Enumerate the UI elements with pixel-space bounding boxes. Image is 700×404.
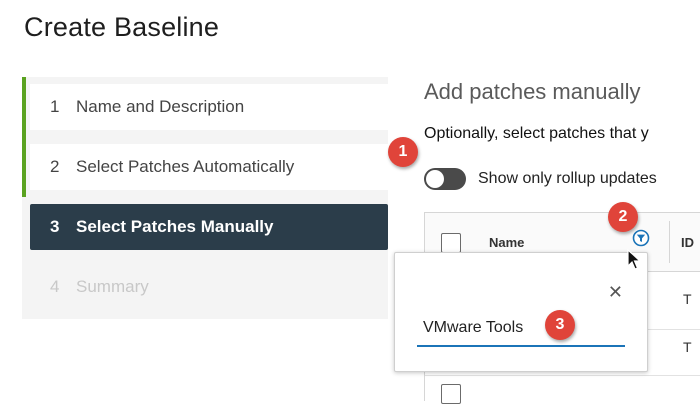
filter-input[interactable]	[417, 317, 631, 337]
rollup-toggle-row: Show only rollup updates	[424, 168, 657, 190]
wizard-step-summary: 4 Summary	[30, 264, 388, 310]
step-label: Name and Description	[76, 97, 245, 116]
column-header-name[interactable]: Name	[489, 235, 524, 250]
callout-badge-3: 3	[545, 310, 575, 340]
wizard-step-select-patches-automatically[interactable]: 2 Select Patches Automatically	[30, 144, 388, 190]
wizard-step-name-and-description[interactable]: 1 Name and Description	[30, 84, 388, 130]
toggle-knob	[426, 170, 444, 188]
mouse-cursor-icon	[627, 249, 642, 270]
callout-badge-2: 2	[608, 202, 638, 232]
wizard-step-select-patches-manually[interactable]: 3 Select Patches Manually	[30, 204, 388, 250]
row-checkbox[interactable]	[441, 384, 461, 404]
grid-cell-id: T	[683, 291, 692, 307]
step-number: 4	[50, 277, 60, 296]
nav-progress-bar	[22, 77, 26, 197]
step-number: 2	[50, 157, 60, 176]
close-icon[interactable]: ✕	[608, 283, 623, 301]
dialog-title: Create Baseline	[24, 12, 220, 42]
rollup-toggle-label: Show only rollup updates	[478, 170, 657, 187]
step-label: Select Patches Automatically	[76, 157, 295, 176]
section-description: Optionally, select patches that y	[424, 125, 649, 142]
column-header-id[interactable]: ID	[681, 235, 694, 250]
create-baseline-dialog: Create Baseline 1 Name and Description 2…	[0, 0, 700, 404]
step-number: 3	[50, 217, 60, 236]
step-label: Summary	[76, 277, 149, 296]
grid-cell-id: T	[683, 339, 692, 355]
step-number: 1	[50, 97, 60, 116]
step-label: Select Patches Manually	[76, 217, 274, 236]
select-all-checkbox[interactable]	[441, 233, 461, 253]
filter-input-wrapper	[417, 317, 631, 347]
row-divider	[425, 375, 700, 376]
column-filter-popup: ✕	[394, 252, 648, 372]
column-separator[interactable]	[669, 221, 670, 263]
rollup-toggle[interactable]	[424, 168, 466, 190]
callout-badge-1: 1	[388, 137, 418, 167]
section-title: Add patches manually	[424, 79, 641, 104]
